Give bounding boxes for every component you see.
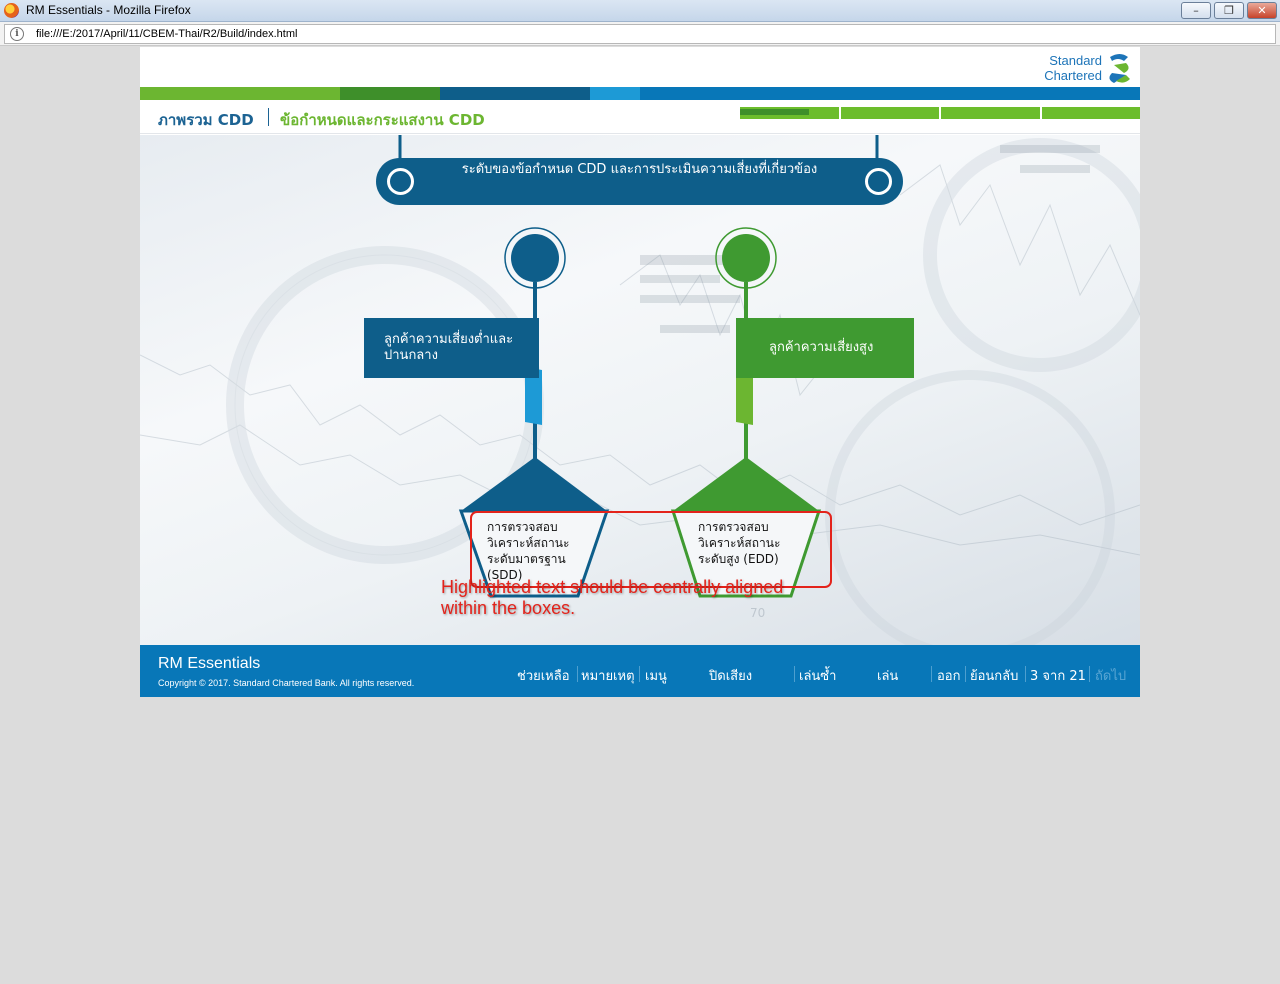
address-bar: i file:///E:/2017/April/11/CBEM-Thai/R2/… [0, 22, 1280, 46]
sdd-label: การตรวจสอบ วิเคราะห์สถานะ ระดับมาตรฐาน (… [487, 520, 570, 582]
help-button[interactable]: ช่วยเหลือ [517, 665, 570, 686]
maximize-button[interactable]: ❐ [1214, 2, 1244, 19]
low-risk-label: ลูกค้าความเสี่ยงต่ำและปานกลาง [384, 332, 514, 363]
nav-divider [794, 666, 795, 682]
window-titlebar: RM Essentials - Mozilla Firefox – ❐ ✕ [0, 0, 1280, 22]
minimize-button[interactable]: – [1181, 2, 1211, 19]
menu-button[interactable]: เมนู [645, 665, 667, 686]
copyright-text: Copyright © 2017. Standard Chartered Ban… [158, 678, 415, 688]
high-risk-node [722, 234, 770, 282]
brand-line-1: Standard [1049, 53, 1102, 68]
notes-button[interactable]: หมายเหตุ [581, 665, 635, 686]
progress-segment [740, 107, 839, 119]
band-dark-green [340, 87, 440, 100]
progress-segment [840, 107, 939, 119]
nav-divider [1025, 666, 1026, 682]
band-green [140, 87, 340, 100]
nav-divider [577, 666, 578, 682]
brand-color-band [140, 87, 1140, 100]
edd-label: การตรวจสอบ วิเคราะห์สถานะ ระดับสูง (EDD) [698, 520, 781, 566]
annotation-line-1: Highlighted text should be centrally ali… [441, 577, 784, 597]
brand-header: Standard Chartered [140, 47, 1140, 87]
breadcrumb-divider [268, 108, 269, 126]
close-button[interactable]: ✕ [1247, 2, 1277, 19]
next-button[interactable]: ถัดไป [1095, 665, 1126, 686]
band-light-blue [590, 87, 640, 100]
slide-stage: 60 70 [140, 135, 1140, 645]
brand-logo-text: Standard Chartered [1044, 53, 1102, 83]
progress-segment [941, 107, 1040, 119]
progress-indicator [740, 107, 1140, 119]
firefox-icon [4, 3, 19, 18]
nav-divider [931, 666, 932, 682]
back-button[interactable]: ย้อนกลับ [970, 665, 1018, 686]
course-player: Standard Chartered ภาพรวม CDD ข้อกำหนดแล… [140, 47, 1140, 697]
page-title-row: ภาพรวม CDD ข้อกำหนดและกระแสงาน CDD [140, 100, 1140, 134]
band-blue [640, 87, 1140, 100]
course-title: RM Essentials [158, 655, 261, 672]
url-text[interactable]: file:///E:/2017/April/11/CBEM-Thai/R2/Bu… [36, 28, 297, 40]
diagram-connectors [398, 135, 879, 598]
window-title: RM Essentials - Mozilla Firefox [26, 3, 191, 17]
exit-button[interactable]: ออก [937, 665, 961, 686]
url-field[interactable]: i file:///E:/2017/April/11/CBEM-Thai/R2/… [4, 24, 1276, 44]
cdd-level-header-text: ระดับของข้อกำหนด CDD และการประเมินความเส… [461, 162, 818, 177]
page-counter: 3 จาก 21 [1030, 669, 1086, 684]
annotation-line-2: within the boxes. [441, 598, 576, 618]
nav-divider [1089, 666, 1090, 682]
nav-divider [639, 666, 640, 682]
header-right-ring-icon [865, 168, 892, 195]
nav-divider [965, 666, 966, 682]
mute-button[interactable]: ปิดเสียง [709, 665, 752, 686]
player-footer: RM Essentials Copyright © 2017. Standard… [140, 645, 1140, 697]
breadcrumb-topic: ข้อกำหนดและกระแสงาน CDD [280, 111, 485, 129]
play-button[interactable]: เล่น [877, 665, 898, 686]
progress-segment [1041, 107, 1140, 119]
info-icon[interactable]: i [10, 27, 24, 41]
progress-fill [740, 109, 809, 115]
high-risk-label: ลูกค้าความเสี่ยงสูง [769, 340, 874, 355]
brand-line-2: Chartered [1044, 68, 1102, 83]
replay-button[interactable]: เล่นซ้ำ [799, 665, 836, 686]
low-risk-box[interactable]: ลูกค้าความเสี่ยงต่ำและปานกลาง [364, 318, 539, 378]
breadcrumb-section: ภาพรวม CDD [158, 111, 254, 129]
high-risk-box[interactable]: ลูกค้าความเสี่ยงสูง [736, 318, 914, 378]
low-risk-node [511, 234, 559, 282]
cdd-level-header: ระดับของข้อกำหนด CDD และการประเมินความเส… [376, 158, 903, 205]
review-annotation: Highlighted text should be centrally ali… [441, 577, 783, 619]
band-navy [440, 87, 590, 100]
standard-chartered-logo-icon [1109, 54, 1130, 83]
